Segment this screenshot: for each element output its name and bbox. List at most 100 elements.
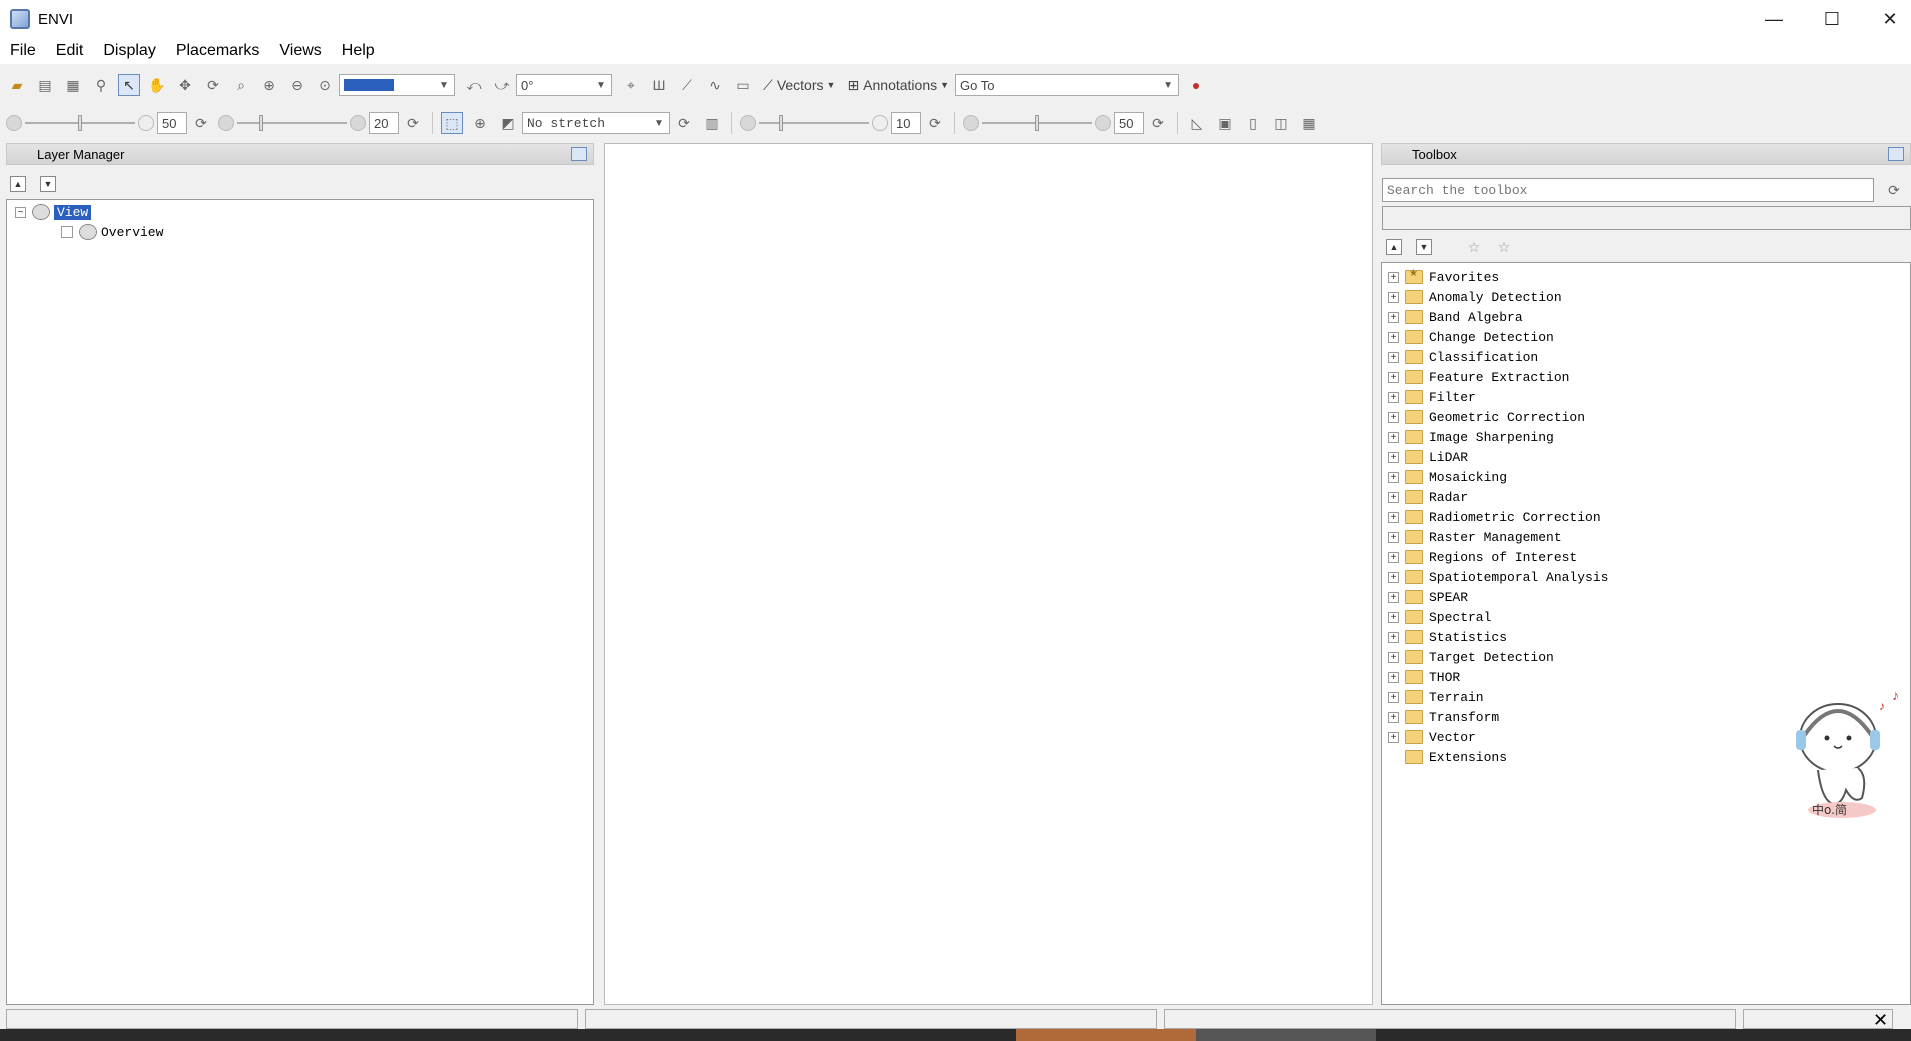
toolbox-item[interactable]: + Classification [1388, 347, 1538, 367]
expand-icon[interactable]: + [1388, 651, 1399, 663]
goto-combo[interactable]: Go To ▼ [955, 74, 1180, 96]
open-icon[interactable]: ▰ [6, 74, 28, 96]
toolbox-item[interactable]: + Change Detection [1388, 327, 1554, 347]
expand-icon[interactable]: + [1388, 571, 1399, 583]
slider-thumb[interactable] [78, 115, 82, 131]
record-icon[interactable]: ● [1185, 74, 1207, 96]
toolbox-item[interactable]: + SPEAR [1388, 587, 1468, 607]
expand-icon[interactable]: + [1388, 551, 1399, 563]
toolbox-item[interactable]: + Anomaly Detection [1388, 287, 1562, 307]
reset-icon[interactable]: ⟳ [190, 112, 212, 134]
spectral-profile-icon[interactable]: ∿ [704, 74, 726, 96]
histogram-icon[interactable]: ▥ [701, 112, 723, 134]
expand-icon[interactable]: + [1388, 591, 1399, 603]
rotation-combo[interactable]: 0° ▼ [516, 74, 612, 96]
taskbar-app[interactable] [1196, 1029, 1376, 1041]
expand-icon[interactable]: + [1388, 431, 1399, 443]
annotations-dropdown[interactable]: ⊞ Annotations ▼ [847, 77, 949, 94]
sharpen-value[interactable]: 10 [891, 112, 921, 134]
fly-icon[interactable]: ✥ [174, 74, 196, 96]
expand-icon[interactable]: + [1388, 731, 1399, 743]
transparency-slider[interactable] [982, 112, 1092, 134]
expand-icon[interactable]: + [1388, 291, 1399, 303]
toolbox-item[interactable]: + Radar [1388, 487, 1468, 507]
toolbox-item[interactable]: + Statistics [1388, 627, 1507, 647]
taskbar-app[interactable] [1016, 1029, 1196, 1041]
expand-all-button[interactable]: ▼ [40, 176, 56, 192]
expand-all-button[interactable]: ▼ [1416, 239, 1432, 255]
zoom-out-icon[interactable]: ⊖ [286, 74, 308, 96]
crosshair-icon[interactable]: ⌖ [620, 74, 642, 96]
transparency-value[interactable]: 50 [1114, 112, 1144, 134]
measure-icon[interactable]: ⟋ [676, 74, 698, 96]
expand-icon[interactable]: + [1388, 491, 1399, 503]
chip-icon[interactable]: ▦ [62, 74, 84, 96]
toolbox-item[interactable]: + Spatiotemporal Analysis [1388, 567, 1608, 587]
toolbox-item[interactable]: + Spectral [1388, 607, 1491, 627]
stretch-full-icon[interactable]: ⬚ [441, 112, 463, 134]
zoom-in-icon[interactable]: ⊕ [258, 74, 280, 96]
slider-thumb[interactable] [779, 115, 783, 131]
contrast-value[interactable]: 20 [369, 112, 399, 134]
slider-thumb[interactable] [1035, 115, 1039, 131]
minimize-button[interactable]: — [1745, 0, 1803, 38]
menu-display[interactable]: Display [93, 42, 165, 60]
expand-icon[interactable]: + [1388, 531, 1399, 543]
zoom-fit-icon[interactable]: ⊙ [314, 74, 336, 96]
close-button[interactable]: ✕ [1861, 0, 1911, 38]
menu-edit[interactable]: Edit [46, 42, 94, 60]
expand-icon[interactable]: + [1388, 391, 1399, 403]
toolbox-item[interactable]: + Radiometric Correction [1388, 507, 1601, 527]
stretch-type-icon[interactable]: ◩ [497, 112, 519, 134]
toolbox-item[interactable]: + Target Detection [1388, 647, 1554, 667]
star-icon[interactable]: ☆ [1463, 236, 1485, 258]
expand-icon[interactable]: + [1388, 411, 1399, 423]
toolbox-item[interactable]: + Favorites [1388, 267, 1499, 287]
expand-icon[interactable]: + [1388, 631, 1399, 643]
toolbox-item[interactable]: + Filter [1388, 387, 1476, 407]
sharpen-slider[interactable] [759, 112, 869, 134]
data-manager-icon[interactable]: ▤ [34, 74, 56, 96]
select-icon[interactable]: ↖ [118, 74, 140, 96]
expand-icon[interactable]: + [1388, 271, 1399, 283]
toolbox-item[interactable]: + Regions of Interest [1388, 547, 1577, 567]
expand-icon[interactable]: + [1388, 451, 1399, 463]
expand-icon[interactable]: + [1388, 611, 1399, 623]
expand-icon[interactable]: + [1388, 351, 1399, 363]
layout-grid-icon[interactable]: ▦ [1298, 112, 1320, 134]
expand-icon[interactable]: + [1388, 711, 1399, 723]
rotate-right-icon[interactable]: ⤻ [491, 74, 513, 96]
rotate-icon[interactable]: ⟳ [202, 74, 224, 96]
expand-icon[interactable]: + [1388, 331, 1399, 343]
pan-icon[interactable]: ✋ [146, 74, 168, 96]
toolbox-item[interactable]: + Mosaicking [1388, 467, 1507, 487]
contrast-slider[interactable] [237, 112, 347, 134]
menu-placemarks[interactable]: Placemarks [166, 42, 270, 60]
toolbox-item[interactable]: + Feature Extraction [1388, 367, 1569, 387]
slider-thumb[interactable] [259, 115, 263, 131]
toolbox-item[interactable]: + Band Algebra [1388, 307, 1523, 327]
stretch-view-icon[interactable]: ⊕ [469, 112, 491, 134]
eye-icon[interactable] [79, 224, 97, 240]
expand-icon[interactable]: + [1388, 691, 1399, 703]
brightness-value[interactable]: 50 [157, 112, 187, 134]
toolbox-item[interactable]: + Terrain [1388, 687, 1484, 707]
toolbox-item[interactable]: + THOR [1388, 667, 1460, 687]
refresh-icon[interactable]: ⟳ [673, 112, 695, 134]
stretch-combo[interactable]: No stretch ▼ [522, 112, 670, 134]
eye-icon[interactable] [32, 204, 50, 220]
pin-icon[interactable] [571, 147, 587, 161]
overview-checkbox[interactable] [61, 226, 73, 238]
expand-icon[interactable]: + [1388, 371, 1399, 383]
brightness-slider[interactable] [25, 112, 135, 134]
pin-icon[interactable] [1888, 147, 1904, 161]
image-view[interactable] [604, 143, 1373, 1005]
toolbox-item[interactable]: Extensions [1388, 747, 1507, 767]
reset-icon[interactable]: ⟳ [924, 112, 946, 134]
toolbox-item[interactable]: + Image Sharpening [1388, 427, 1554, 447]
toolbox-item[interactable]: + Transform [1388, 707, 1499, 727]
cursor-value-icon[interactable]: Ш [648, 74, 670, 96]
rotate-left-icon[interactable]: ⤺ [463, 74, 485, 96]
maximize-button[interactable]: ☐ [1803, 0, 1861, 38]
collapse-all-button[interactable]: ▲ [1386, 239, 1402, 255]
